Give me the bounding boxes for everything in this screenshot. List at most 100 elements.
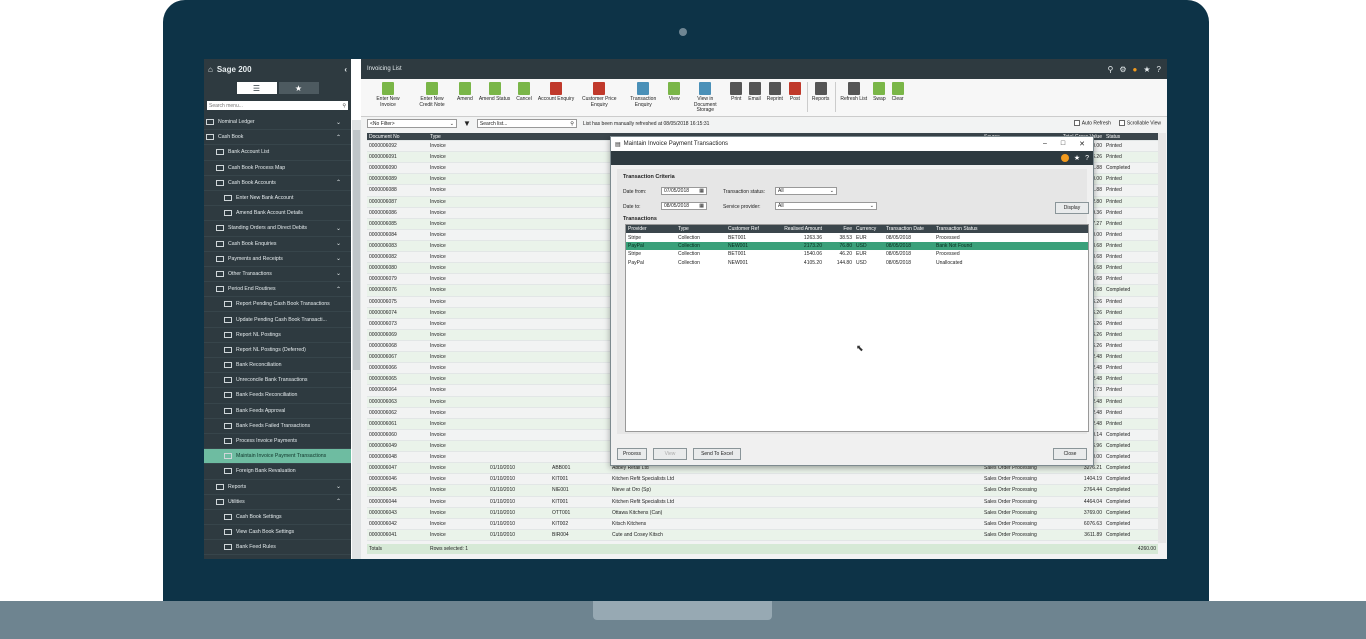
maximize-icon[interactable]: □ — [1061, 140, 1065, 148]
chevron-icon[interactable]: ⌃ — [336, 134, 341, 141]
process-button[interactable]: Process — [617, 448, 647, 460]
transaction-row[interactable]: Stripe Collection BET001 1540.06 46.20 EUR 08/… — [626, 250, 1088, 258]
sidebar-item[interactable]: Unreconcile Bank Transactions — [204, 373, 351, 389]
help-icon[interactable]: ? — [1085, 155, 1089, 162]
sidebar-item[interactable]: Bank Feeds Approval — [204, 404, 351, 419]
sidebar-item[interactable]: Maintain Invoice Payment Transactions — [204, 449, 351, 465]
date-from-field[interactable]: 07/05/2018 ▦ — [661, 187, 707, 195]
table-row[interactable]: 0000006041 Invoice 01/10/2010 BIR004 Cute an… — [367, 529, 1158, 541]
sidebar-item[interactable]: Bank Feeds Reconciliation — [204, 388, 351, 404]
sidebar-item[interactable]: Report NL Postings — [204, 328, 351, 343]
sidebar-item[interactable]: Standing Orders and Direct Debits ⌄ — [204, 221, 351, 237]
sidebar-item[interactable]: View Cash Book Settings — [204, 525, 351, 541]
sidebar-item[interactable]: Cash Book ⌃ — [204, 130, 351, 146]
toolbar-button[interactable]: Email — [748, 82, 761, 103]
sidebar-scrollbar[interactable] — [352, 120, 361, 559]
help-icon[interactable]: ? — [1157, 65, 1161, 74]
chevron-icon[interactable]: ⌃ — [336, 179, 341, 186]
toolbar-button[interactable]: Print — [730, 82, 743, 103]
toolbar-button[interactable]: View — [668, 82, 681, 103]
sidebar-item[interactable]: Cash Book Process Map — [204, 161, 351, 176]
star-icon[interactable]: ★ — [1074, 154, 1080, 162]
toolbar-button[interactable]: Transaction Enquiry — [624, 82, 662, 108]
sidebar-item[interactable]: Process Invoice Payments — [204, 434, 351, 450]
sidebar-item[interactable]: Cash Book Enquiries ⌄ — [204, 237, 351, 252]
chevron-icon[interactable]: ⌄ — [336, 270, 341, 277]
col-customer-ref[interactable]: Customer Ref — [726, 226, 778, 232]
transaction-row[interactable]: Stripe Collection BET001 1263.36 38.53 EUR 08/… — [626, 233, 1088, 241]
sidebar-item[interactable]: Update Pending Cash Book Transacti... — [204, 312, 351, 328]
toolbar-button[interactable]: Customer Price Enquiry — [580, 82, 618, 108]
filter-icon[interactable]: ▼ — [463, 119, 471, 128]
toolbar-button[interactable]: Enter New Credit Note — [413, 82, 451, 108]
sidebar-item[interactable]: Enter New Bank Account — [204, 191, 351, 207]
home-icon[interactable]: ⌂ — [208, 65, 213, 74]
table-row[interactable]: 0000006045 Invoice 01/10/2010 NIE001 Nieve a… — [367, 485, 1158, 497]
col-fee[interactable]: Fee — [824, 226, 854, 232]
sidebar-item[interactable]: Other Transactions ⌄ — [204, 267, 351, 283]
toolbar-button[interactable]: Reprint — [767, 82, 783, 103]
sidebar-item[interactable]: Cash Book Accounts ⌃ — [204, 176, 351, 191]
table-row[interactable]: 0000006043 Invoice 01/10/2010 OTT001 Ottawa … — [367, 507, 1158, 519]
sidebar-item[interactable]: Bank Feed Rules — [204, 540, 351, 556]
grid-scrollbar[interactable] — [1158, 133, 1166, 543]
view-button[interactable]: View — [653, 448, 687, 460]
toolbar-button[interactable]: Enter New Invoice — [369, 82, 407, 108]
col-provider[interactable]: Provider — [626, 226, 676, 232]
transaction-row[interactable]: PayPal Collection NEW001 2173.20 76.80 USD 08/… — [626, 241, 1088, 251]
toolbar-button[interactable]: Clear — [891, 82, 904, 103]
toolbar-button[interactable]: Cancel — [516, 82, 532, 103]
calendar-icon[interactable]: ▦ — [699, 188, 704, 194]
table-row[interactable]: 0000006046 Invoice 01/10/2010 KIT001 Kitchen… — [367, 474, 1158, 486]
tab-favourites[interactable]: ★ — [278, 82, 319, 94]
sidebar-item[interactable]: Bank Account List — [204, 145, 351, 161]
toolbar-button[interactable]: Account Enquiry — [538, 82, 574, 103]
toolbar-button[interactable]: Amend Status — [479, 82, 510, 103]
sidebar-item[interactable]: Foreign Bank Revaluation — [204, 464, 351, 480]
chevron-icon[interactable]: ⌄ — [336, 240, 341, 247]
chevron-icon[interactable]: ⌄ — [336, 225, 341, 232]
transaction-row[interactable]: PayPal Collection NEW001 4105.20 144.80 USD 08… — [626, 259, 1088, 267]
table-row[interactable]: 0000006044 Invoice 01/10/2010 KIT001 Kitchen… — [367, 497, 1158, 508]
sidebar-item[interactable]: Utilities ⌃ — [204, 495, 351, 510]
menu-search-input[interactable]: Search menu... ⚲ — [207, 101, 348, 110]
col-type[interactable]: Type — [676, 226, 726, 232]
display-button[interactable]: Display — [1055, 202, 1089, 214]
filter-select[interactable]: <No Filter> ⌄ — [367, 119, 457, 128]
star-icon[interactable]: ★ — [1143, 65, 1150, 74]
chevron-icon[interactable]: ⌃ — [336, 286, 341, 293]
col-document-no[interactable]: Document No — [367, 134, 428, 140]
list-search-input[interactable]: Search list... ⚲ — [476, 119, 577, 128]
toolbar-button[interactable]: View in Document Storage — [686, 82, 724, 114]
chevron-icon[interactable]: ⌄ — [336, 483, 341, 490]
tx-status-select[interactable]: All ⌄ — [775, 187, 837, 195]
col-status[interactable]: Status — [1104, 134, 1158, 140]
chevron-icon[interactable]: ⌄ — [336, 119, 341, 126]
sidebar-item[interactable]: Reports ⌄ — [204, 480, 351, 495]
sidebar-item[interactable]: Cash Book Settings — [204, 510, 351, 526]
close-icon[interactable]: ✕ — [1079, 140, 1085, 148]
sidebar-item[interactable]: Nominal Ledger ⌄ — [204, 115, 351, 131]
sidebar-item[interactable]: Report NL Postings (Deferred) — [204, 343, 351, 358]
sidebar-item[interactable]: Period End Routines ⌃ — [204, 282, 351, 298]
send-to-excel-button[interactable]: Send To Excel — [693, 448, 741, 460]
toolbar-button[interactable]: Reports — [812, 82, 829, 103]
close-button[interactable]: Close — [1053, 448, 1087, 460]
col-amount[interactable]: Realised Amount — [778, 226, 824, 232]
gear-icon[interactable]: ⚙ — [1119, 65, 1126, 74]
toolbar-button[interactable]: Amend — [457, 82, 473, 103]
toolbar-button[interactable]: Refresh List — [840, 82, 867, 103]
calendar-icon[interactable]: ▦ — [699, 203, 704, 209]
provider-select[interactable]: All ⌄ — [775, 202, 877, 210]
sidebar-scroll-thumb[interactable] — [353, 130, 360, 370]
auto-refresh-checkbox[interactable]: Auto Refresh — [1073, 120, 1111, 127]
bulb-icon[interactable]: ● — [1133, 65, 1138, 74]
table-row[interactable]: 0000006042 Invoice 01/10/2010 KIT002 Kitsch … — [367, 519, 1158, 530]
collapse-icon[interactable]: ‹ — [344, 65, 347, 74]
col-currency[interactable]: Currency — [854, 226, 884, 232]
scrollable-view-checkbox[interactable]: Scrollable View — [1118, 120, 1161, 127]
col-tx-date[interactable]: Transaction Date — [884, 226, 934, 232]
col-type[interactable]: Type — [428, 134, 488, 140]
sidebar-item[interactable]: Payments and Receipts ⌄ — [204, 252, 351, 267]
search-icon[interactable]: ⚲ — [1108, 65, 1114, 74]
